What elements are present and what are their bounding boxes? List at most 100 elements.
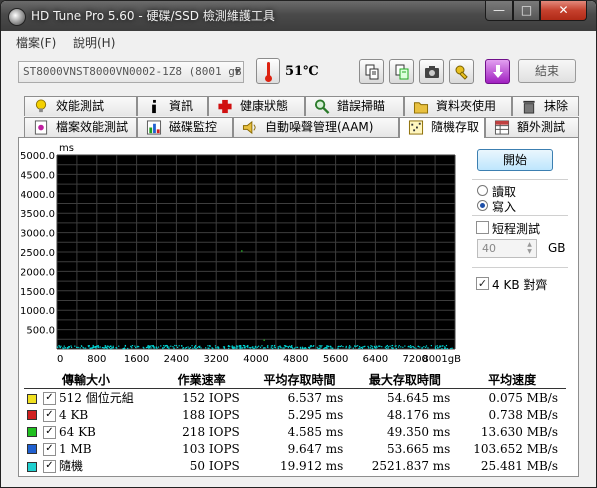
data-point	[251, 346, 253, 348]
close-button[interactable]: ✕	[540, 1, 587, 21]
data-point	[352, 347, 354, 349]
data-point	[153, 347, 155, 349]
series-visible-checkbox[interactable]: ✓	[43, 425, 56, 439]
data-point	[337, 346, 339, 348]
exit-button[interactable]: 結束	[518, 59, 576, 83]
data-point	[451, 347, 453, 349]
series-visible-checkbox[interactable]: ✓	[43, 460, 56, 473]
data-point	[123, 347, 125, 349]
screenshot-button[interactable]	[419, 59, 444, 84]
data-point	[317, 347, 319, 350]
data-point	[155, 346, 157, 348]
data-point	[67, 347, 69, 349]
data-point	[178, 345, 180, 347]
table-row: ✓ 隨機 50 IOPS 19.912 ms 2521.837 ms 25.481 MB/…	[24, 457, 566, 474]
data-point	[214, 345, 217, 347]
x-tick-label: 5600	[323, 354, 348, 365]
data-point	[445, 344, 448, 347]
magnifier-icon	[314, 99, 330, 114]
data-point	[430, 344, 432, 347]
data-point	[301, 347, 304, 350]
data-point	[292, 347, 294, 350]
data-point	[345, 347, 347, 349]
data-point	[249, 347, 251, 349]
x-tick-label: 6400	[363, 354, 388, 365]
data-point	[435, 345, 437, 347]
save-button[interactable]	[485, 59, 510, 84]
bar-chart-icon	[146, 120, 162, 135]
tab-disk-monitor[interactable]: 磁碟監控	[137, 117, 233, 137]
tab-random-access[interactable]: 隨機存取	[399, 117, 485, 138]
data-point	[446, 347, 448, 350]
series-visible-checkbox[interactable]: ✓	[43, 408, 56, 422]
data-point	[425, 346, 427, 348]
data-point	[348, 346, 350, 348]
data-point	[284, 345, 286, 347]
divider	[472, 179, 568, 180]
max-access-cell: 53.665 ms	[386, 441, 451, 456]
data-point	[150, 345, 152, 347]
menu-file[interactable]: 檔案(F)	[16, 34, 56, 51]
tab-file-benchmark[interactable]: 檔案效能測試	[24, 117, 137, 137]
read-radio[interactable]	[477, 185, 488, 196]
speaker-icon	[242, 120, 256, 135]
write-radio[interactable]	[477, 200, 488, 211]
data-point	[359, 347, 361, 349]
op-rate-cell: 152 IOPS	[182, 390, 240, 405]
data-point	[371, 345, 373, 348]
tab-folder-usage[interactable]: 資料夾使用	[404, 96, 512, 116]
data-point	[157, 346, 160, 348]
copy-text-button[interactable]	[359, 59, 384, 84]
title-bar[interactable]: HD Tune Pro 5.60 - 硬碟/SSD 檢測維護工具 — □ ✕	[1, 1, 596, 32]
copy-all-button[interactable]	[389, 59, 414, 84]
data-point	[270, 347, 272, 349]
lightbulb-icon	[35, 99, 47, 113]
data-point	[116, 347, 118, 349]
data-point	[444, 346, 446, 348]
data-point	[143, 347, 145, 349]
y-tick-label: 2500.0	[21, 248, 55, 259]
access-time-chart: 5000.0 4500.0 4000.0 3500.0 3000.0 2500.0 2000…	[21, 143, 461, 365]
start-button[interactable]: 開始	[477, 149, 553, 171]
maximize-button[interactable]: □	[513, 1, 540, 21]
series-visible-checkbox[interactable]: ✓	[43, 442, 56, 456]
data-point	[441, 347, 443, 350]
data-point	[70, 345, 72, 347]
data-point	[217, 346, 219, 348]
data-point	[415, 347, 417, 349]
avg-access-cell: 4.585 ms	[287, 424, 344, 439]
data-point	[184, 347, 186, 349]
options-button[interactable]	[449, 59, 474, 84]
tab-erase[interactable]: 抹除	[512, 96, 579, 116]
data-point	[254, 346, 256, 348]
data-point	[350, 346, 352, 348]
table-row: ✓ 4 KB 188 IOPS 5.295 ms 48.176 ms 0.738 MB/s	[24, 406, 566, 423]
data-point	[283, 347, 285, 349]
results-header-row: 傳輸大小 作業速率 平均存取時間 最大存取時間 平均速度	[24, 371, 566, 389]
menu-help[interactable]: 說明(H)	[73, 34, 115, 51]
align-4kb-checkbox[interactable]: ✓	[476, 277, 489, 290]
minimize-button[interactable]: —	[485, 1, 513, 21]
y-tick-label: 4500.0	[21, 170, 55, 181]
drive-select[interactable]: ST8000VNST8000VN0002-1Z8 (8001 gB ▼	[18, 61, 244, 83]
transfer-size-cell: ✓ 4 KB	[24, 406, 156, 423]
data-point	[372, 347, 374, 350]
data-point	[85, 347, 87, 349]
spinner-arrows-icon[interactable]: ▲ ▼	[524, 241, 535, 256]
short-test-label: 短程測試	[492, 222, 541, 236]
download-arrow-icon	[492, 65, 503, 78]
data-point	[280, 347, 282, 349]
data-point	[360, 346, 363, 349]
tab-error-scan[interactable]: 錯誤掃瞄	[305, 96, 404, 116]
tab-extra-tests[interactable]: 額外測試	[485, 117, 579, 137]
tab-benchmark[interactable]: 效能測試	[24, 96, 137, 116]
temperature-button[interactable]	[256, 58, 280, 84]
series-visible-checkbox[interactable]: ✓	[43, 392, 56, 405]
tab-health[interactable]: 健康狀態	[208, 96, 305, 116]
tab-info[interactable]: 資訊	[137, 96, 208, 116]
short-test-size-input[interactable]: 40 ▲ ▼	[477, 239, 537, 258]
data-point	[427, 347, 429, 349]
tab-aam[interactable]: 自動噪聲管理(AAM)	[233, 117, 399, 137]
data-point	[62, 347, 64, 350]
short-test-checkbox[interactable]	[476, 221, 489, 234]
